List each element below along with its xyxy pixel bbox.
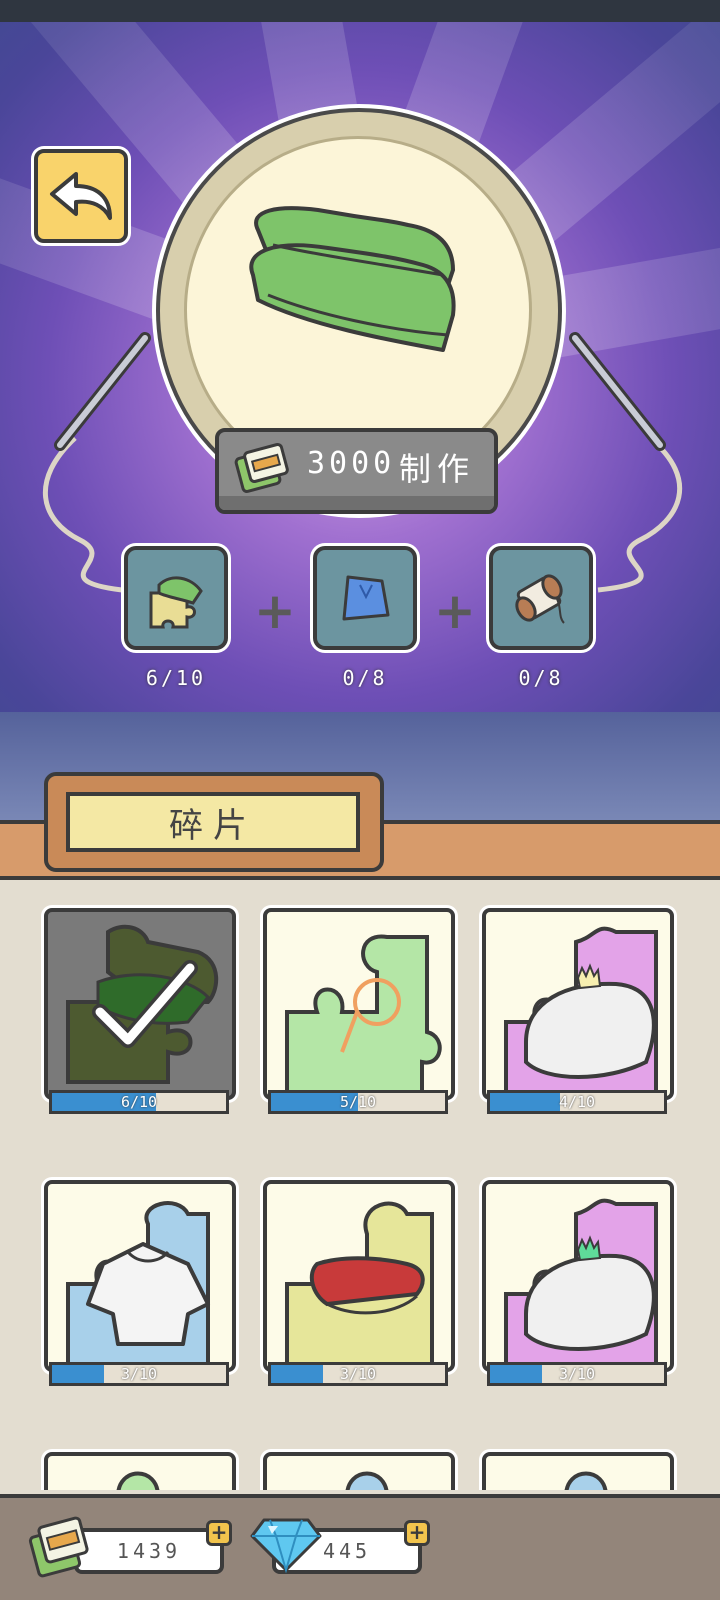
clover-ticket-counter: 1439	[74, 1528, 224, 1574]
diamond-icon	[250, 1518, 322, 1574]
fragment-progress-text: 5/10	[339, 1093, 377, 1111]
clover-ticket-icon	[28, 1516, 89, 1578]
fragment-card-partial[interactable]	[482, 1452, 674, 1490]
make-label: 制作	[399, 450, 476, 488]
white-shirt-piece-icon	[66, 1201, 210, 1366]
make-cost: 3000	[307, 446, 396, 481]
blue-cloth-icon	[342, 575, 390, 621]
fragment-progress-bar: 3/10	[268, 1362, 448, 1386]
add-gem-button[interactable]: +	[404, 1520, 430, 1546]
fragment-progress-bar: 4/10	[487, 1090, 667, 1114]
make-button[interactable]: 3000 制作	[215, 428, 498, 514]
clover-ticket-value: 1439	[116, 1539, 182, 1563]
material-count-shoe-piece: 6/10	[145, 666, 207, 690]
add-clover-ticket-button[interactable]: +	[206, 1520, 232, 1546]
fragment-card-partial[interactable]	[263, 1452, 455, 1490]
fragment-card-white-hat[interactable]	[482, 908, 674, 1100]
white-hat-green-piece-icon	[504, 1198, 658, 1366]
clover-ticket-icon	[234, 442, 289, 493]
fragment-card-white-hat-green[interactable]	[482, 1180, 674, 1372]
shoe-puzzle-piece-icon	[149, 576, 203, 629]
blue-piece-icon	[564, 1471, 608, 1490]
material-slot-thread[interactable]	[489, 546, 593, 650]
fragment-progress-bar: 6/10	[49, 1090, 229, 1114]
green-shoes-icon	[249, 206, 456, 352]
tab-fragments-label: 碎片	[66, 792, 360, 852]
fragment-card-magnifier[interactable]	[263, 908, 455, 1100]
material-count-thread: 0/8	[518, 666, 564, 690]
fragment-progress-text: 3/10	[339, 1365, 377, 1383]
fragment-grid: 6/10 5/10 4/10 3/10 3/10 3/10	[0, 880, 720, 1490]
tab-fragments[interactable]: 碎片	[44, 772, 384, 872]
fragment-progress-bar: 5/10	[268, 1090, 448, 1114]
fragment-progress-text: 3/10	[558, 1365, 596, 1383]
red-shoes-piece-icon	[285, 1201, 434, 1366]
green-piece-icon	[116, 1471, 160, 1490]
blue-piece-icon	[345, 1471, 389, 1490]
magnifier-piece-icon	[285, 934, 442, 1094]
material-slot-cloth[interactable]	[313, 546, 417, 650]
fragment-progress-bar: 3/10	[49, 1362, 229, 1386]
back-button[interactable]	[34, 149, 128, 243]
white-hat-piece-icon	[504, 926, 658, 1094]
fragment-card-partial[interactable]	[44, 1452, 236, 1490]
plus-sign-2: +	[434, 582, 476, 640]
fragment-progress-text: 4/10	[558, 1093, 596, 1111]
material-slot-shoe-piece[interactable]	[124, 546, 228, 650]
fragment-card-green-shoes[interactable]	[44, 908, 236, 1100]
fragment-progress-bar: 3/10	[487, 1362, 667, 1386]
fragment-card-red-shoes[interactable]	[263, 1180, 455, 1372]
fragment-progress-text: 3/10	[120, 1365, 158, 1383]
currency-bar: 1439 + 445 +	[0, 1494, 720, 1600]
plus-sign-1: +	[254, 582, 296, 640]
back-arrow-icon	[50, 172, 112, 220]
fragment-progress-text: 6/10	[120, 1093, 158, 1111]
thread-spool-icon	[515, 574, 565, 624]
green-shoes-piece-icon	[66, 924, 219, 1084]
material-count-cloth: 0/8	[342, 666, 388, 690]
fragment-card-white-shirt[interactable]	[44, 1180, 236, 1372]
